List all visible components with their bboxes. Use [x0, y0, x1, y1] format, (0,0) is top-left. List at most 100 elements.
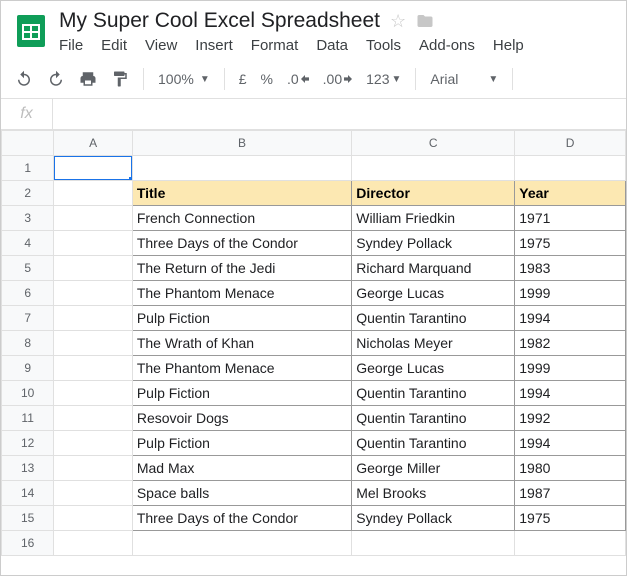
cell-A4[interactable] — [54, 231, 133, 256]
cell-D11[interactable]: 1992 — [515, 406, 626, 431]
cell[interactable] — [54, 531, 133, 556]
row-header[interactable]: 11 — [2, 406, 54, 431]
cell-B10[interactable]: Pulp Fiction — [132, 381, 351, 406]
number-format-dropdown[interactable]: 123▼ — [366, 71, 401, 87]
menu-insert[interactable]: Insert — [195, 37, 233, 54]
cell-C14[interactable]: Mel Brooks — [352, 481, 515, 506]
cell-C10[interactable]: Quentin Tarantino — [352, 381, 515, 406]
folder-icon[interactable] — [416, 12, 434, 30]
increase-decimal-button[interactable]: .00 — [323, 71, 352, 87]
row-header[interactable]: 16 — [2, 531, 54, 556]
row-header[interactable]: 4 — [2, 231, 54, 256]
cell-C8[interactable]: Nicholas Meyer — [352, 331, 515, 356]
cell-B14[interactable]: Space balls — [132, 481, 351, 506]
cell-C4[interactable]: Syndey Pollack — [352, 231, 515, 256]
cell-C1[interactable] — [352, 156, 515, 181]
col-header-A[interactable]: A — [54, 131, 133, 156]
col-header-C[interactable]: C — [352, 131, 515, 156]
cell-A3[interactable] — [54, 206, 133, 231]
cell-C3[interactable]: William Friedkin — [352, 206, 515, 231]
cell[interactable] — [515, 531, 626, 556]
cell-D10[interactable]: 1994 — [515, 381, 626, 406]
row-header[interactable]: 8 — [2, 331, 54, 356]
paint-format-icon[interactable] — [111, 70, 129, 88]
menu-file[interactable]: File — [59, 37, 83, 54]
cell-A8[interactable] — [54, 331, 133, 356]
cell-C15[interactable]: Syndey Pollack — [352, 506, 515, 531]
menu-tools[interactable]: Tools — [366, 37, 401, 54]
cell-C6[interactable]: George Lucas — [352, 281, 515, 306]
zoom-dropdown[interactable]: 100%▼ — [158, 71, 210, 87]
cell-C12[interactable]: Quentin Tarantino — [352, 431, 515, 456]
cell[interactable] — [352, 531, 515, 556]
cell-A6[interactable] — [54, 281, 133, 306]
font-dropdown[interactable]: Arial▼ — [430, 71, 498, 87]
cell-D8[interactable]: 1982 — [515, 331, 626, 356]
cell-B13[interactable]: Mad Max — [132, 456, 351, 481]
cell-D7[interactable]: 1994 — [515, 306, 626, 331]
cell-C13[interactable]: George Miller — [352, 456, 515, 481]
cell-D9[interactable]: 1999 — [515, 356, 626, 381]
undo-icon[interactable] — [15, 70, 33, 88]
row-header[interactable]: 9 — [2, 356, 54, 381]
menu-format[interactable]: Format — [251, 37, 299, 54]
percent-button[interactable]: % — [261, 71, 273, 87]
cell-D4[interactable]: 1975 — [515, 231, 626, 256]
menu-data[interactable]: Data — [316, 37, 348, 54]
row-header[interactable]: 6 — [2, 281, 54, 306]
col-header-D[interactable]: D — [515, 131, 626, 156]
cell-C11[interactable]: Quentin Tarantino — [352, 406, 515, 431]
cell-B12[interactable]: Pulp Fiction — [132, 431, 351, 456]
cell-A5[interactable] — [54, 256, 133, 281]
row-header[interactable]: 12 — [2, 431, 54, 456]
cell-C9[interactable]: George Lucas — [352, 356, 515, 381]
row-header[interactable]: 15 — [2, 506, 54, 531]
cell-B8[interactable]: The Wrath of Khan — [132, 331, 351, 356]
cell-D6[interactable]: 1999 — [515, 281, 626, 306]
cell-B1[interactable] — [132, 156, 351, 181]
row-header[interactable]: 14 — [2, 481, 54, 506]
cell-B11[interactable]: Resovoir Dogs — [132, 406, 351, 431]
print-icon[interactable] — [79, 70, 97, 88]
formula-input[interactable] — [53, 99, 626, 129]
menu-help[interactable]: Help — [493, 37, 524, 54]
cell-B2[interactable]: Title — [132, 181, 351, 206]
cell-B4[interactable]: Three Days of the Condor — [132, 231, 351, 256]
cell-A9[interactable] — [54, 356, 133, 381]
cell-D14[interactable]: 1987 — [515, 481, 626, 506]
cell-D5[interactable]: 1983 — [515, 256, 626, 281]
cell-A15[interactable] — [54, 506, 133, 531]
decrease-decimal-button[interactable]: .0 — [287, 71, 309, 87]
row-header[interactable]: 7 — [2, 306, 54, 331]
row-header[interactable]: 10 — [2, 381, 54, 406]
cell-D12[interactable]: 1994 — [515, 431, 626, 456]
row-header[interactable]: 1 — [2, 156, 54, 181]
cell-B3[interactable]: French Connection — [132, 206, 351, 231]
spreadsheet-grid[interactable]: A B C D 1 2 Title Director Year 3French … — [1, 130, 626, 575]
cell-C2[interactable]: Director — [352, 181, 515, 206]
currency-button[interactable]: £ — [239, 71, 247, 87]
cell-C5[interactable]: Richard Marquand — [352, 256, 515, 281]
cell-D15[interactable]: 1975 — [515, 506, 626, 531]
cell-A13[interactable] — [54, 456, 133, 481]
row-header[interactable]: 13 — [2, 456, 54, 481]
menu-view[interactable]: View — [145, 37, 177, 54]
row-header[interactable]: 5 — [2, 256, 54, 281]
cell-C7[interactable]: Quentin Tarantino — [352, 306, 515, 331]
document-title[interactable]: My Super Cool Excel Spreadsheet — [59, 9, 380, 33]
cell-B5[interactable]: The Return of the Jedi — [132, 256, 351, 281]
cell-A1[interactable] — [54, 156, 133, 181]
cell-A14[interactable] — [54, 481, 133, 506]
menu-addons[interactable]: Add-ons — [419, 37, 475, 54]
sheets-logo-icon[interactable] — [13, 13, 49, 49]
cell-A10[interactable] — [54, 381, 133, 406]
cell-A2[interactable] — [54, 181, 133, 206]
col-header-B[interactable]: B — [132, 131, 351, 156]
select-all-corner[interactable] — [2, 131, 54, 156]
menu-edit[interactable]: Edit — [101, 37, 127, 54]
cell-D1[interactable] — [515, 156, 626, 181]
cell-D2[interactable]: Year — [515, 181, 626, 206]
cell-B9[interactable]: The Phantom Menace — [132, 356, 351, 381]
cell-B6[interactable]: The Phantom Menace — [132, 281, 351, 306]
star-icon[interactable]: ☆ — [390, 11, 406, 32]
